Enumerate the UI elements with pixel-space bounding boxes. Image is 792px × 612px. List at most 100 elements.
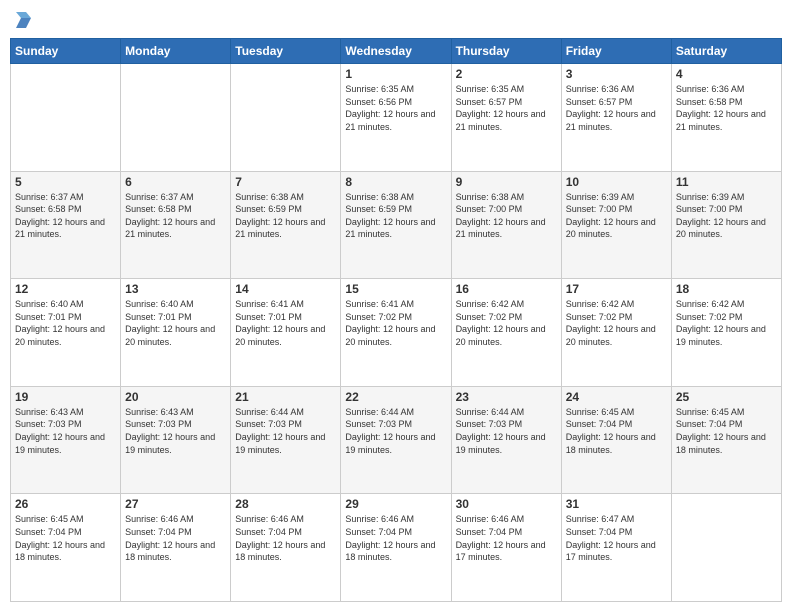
calendar-cell <box>231 64 341 172</box>
day-info: Sunrise: 6:39 AM Sunset: 7:00 PM Dayligh… <box>566 191 667 241</box>
calendar-cell: 29Sunrise: 6:46 AM Sunset: 7:04 PM Dayli… <box>341 494 451 602</box>
calendar-cell: 20Sunrise: 6:43 AM Sunset: 7:03 PM Dayli… <box>121 386 231 494</box>
day-number: 10 <box>566 175 667 189</box>
day-info: Sunrise: 6:46 AM Sunset: 7:04 PM Dayligh… <box>125 513 226 563</box>
day-info: Sunrise: 6:43 AM Sunset: 7:03 PM Dayligh… <box>15 406 116 456</box>
calendar-cell <box>11 64 121 172</box>
day-number: 26 <box>15 497 116 511</box>
day-info: Sunrise: 6:38 AM Sunset: 6:59 PM Dayligh… <box>345 191 446 241</box>
day-info: Sunrise: 6:38 AM Sunset: 6:59 PM Dayligh… <box>235 191 336 241</box>
calendar-cell: 16 Sunrise: 6:42 AM Sunset: 7:02 PM Dayli… <box>451 279 561 387</box>
calendar-cell: 30 Sunrise: 6:46 AM Sunset: 7:04 PM Dayli… <box>451 494 561 602</box>
weekday-header-thursday: Thursday <box>451 39 561 64</box>
calendar-cell: 18 Sunrise: 6:42 AM Sunset: 7:02 PM Dayli… <box>671 279 781 387</box>
weekday-header-monday: Monday <box>121 39 231 64</box>
day-info: Sunrise: 6:45 AM Sunset: 7:04 PM Dayligh… <box>15 513 116 563</box>
day-number: 19 <box>15 390 116 404</box>
calendar-cell: 28 Sunrise: 6:46 AM Sunset: 7:04 PM Dayli… <box>231 494 341 602</box>
day-number: 9 <box>456 175 557 189</box>
week-row-2: 5 Sunrise: 6:37 AM Sunset: 6:58 PM Daylig… <box>11 171 782 279</box>
calendar-cell: 24 Sunrise: 6:45 AM Sunset: 7:04 PM Dayli… <box>561 386 671 494</box>
calendar-cell: 12 Sunrise: 6:40 AM Sunset: 7:01 PM Dayli… <box>11 279 121 387</box>
day-number: 23 <box>456 390 557 404</box>
day-info: Sunrise: 6:46 AM Sunset: 7:04 PM Dayligh… <box>456 513 557 563</box>
day-number: 11 <box>676 175 777 189</box>
day-info: Sunrise: 6:44 AM Sunset: 7:03 PM Dayligh… <box>345 406 446 456</box>
calendar-cell: 11 Sunrise: 6:39 AM Sunset: 7:00 PM Dayli… <box>671 171 781 279</box>
weekday-header-row: SundayMondayTuesdayWednesdayThursdayFrid… <box>11 39 782 64</box>
day-number: 29 <box>345 497 446 511</box>
day-number: 14 <box>235 282 336 296</box>
calendar-cell: 10 Sunrise: 6:39 AM Sunset: 7:00 PM Dayli… <box>561 171 671 279</box>
header <box>10 10 782 32</box>
day-number: 6 <box>125 175 226 189</box>
calendar-cell: 1 Sunrise: 6:35 AM Sunset: 6:56 PM Daylig… <box>341 64 451 172</box>
logo <box>10 10 34 32</box>
day-info: Sunrise: 6:41 AM Sunset: 7:02 PM Dayligh… <box>345 298 446 348</box>
calendar-cell: 26 Sunrise: 6:45 AM Sunset: 7:04 PM Dayli… <box>11 494 121 602</box>
day-info: Sunrise: 6:38 AM Sunset: 7:00 PM Dayligh… <box>456 191 557 241</box>
calendar-cell: 31 Sunrise: 6:47 AM Sunset: 7:04 PM Dayli… <box>561 494 671 602</box>
calendar-cell: 7 Sunrise: 6:38 AM Sunset: 6:59 PM Daylig… <box>231 171 341 279</box>
day-info: Sunrise: 6:39 AM Sunset: 7:00 PM Dayligh… <box>676 191 777 241</box>
day-info: Sunrise: 6:44 AM Sunset: 7:03 PM Dayligh… <box>456 406 557 456</box>
page: SundayMondayTuesdayWednesdayThursdayFrid… <box>0 0 792 612</box>
calendar-cell: 2 Sunrise: 6:35 AM Sunset: 6:57 PM Daylig… <box>451 64 561 172</box>
calendar-cell: 8 Sunrise: 6:38 AM Sunset: 6:59 PM Daylig… <box>341 171 451 279</box>
day-info: Sunrise: 6:45 AM Sunset: 7:04 PM Dayligh… <box>676 406 777 456</box>
day-info: Sunrise: 6:42 AM Sunset: 7:02 PM Dayligh… <box>456 298 557 348</box>
day-number: 24 <box>566 390 667 404</box>
day-number: 18 <box>676 282 777 296</box>
day-info: Sunrise: 6:35 AM Sunset: 6:57 PM Dayligh… <box>456 83 557 133</box>
calendar-cell: 3Sunrise: 6:36 AM Sunset: 6:57 PM Daylig… <box>561 64 671 172</box>
day-number: 31 <box>566 497 667 511</box>
week-row-3: 12 Sunrise: 6:40 AM Sunset: 7:01 PM Dayli… <box>11 279 782 387</box>
calendar-table: SundayMondayTuesdayWednesdayThursdayFrid… <box>10 38 782 602</box>
day-number: 28 <box>235 497 336 511</box>
day-number: 21 <box>235 390 336 404</box>
week-row-4: 19 Sunrise: 6:43 AM Sunset: 7:03 PM Dayli… <box>11 386 782 494</box>
week-row-5: 26 Sunrise: 6:45 AM Sunset: 7:04 PM Dayli… <box>11 494 782 602</box>
day-number: 27 <box>125 497 226 511</box>
day-number: 2 <box>456 67 557 81</box>
calendar-cell: 23 Sunrise: 6:44 AM Sunset: 7:03 PM Dayli… <box>451 386 561 494</box>
day-number: 12 <box>15 282 116 296</box>
day-info: Sunrise: 6:35 AM Sunset: 6:56 PM Dayligh… <box>345 83 446 133</box>
calendar-cell: 17Sunrise: 6:42 AM Sunset: 7:02 PM Dayli… <box>561 279 671 387</box>
calendar-cell <box>121 64 231 172</box>
calendar-cell: 22 Sunrise: 6:44 AM Sunset: 7:03 PM Dayli… <box>341 386 451 494</box>
calendar-cell: 15Sunrise: 6:41 AM Sunset: 7:02 PM Dayli… <box>341 279 451 387</box>
day-info: Sunrise: 6:47 AM Sunset: 7:04 PM Dayligh… <box>566 513 667 563</box>
calendar-cell <box>671 494 781 602</box>
day-info: Sunrise: 6:40 AM Sunset: 7:01 PM Dayligh… <box>125 298 226 348</box>
day-number: 22 <box>345 390 446 404</box>
weekday-header-wednesday: Wednesday <box>341 39 451 64</box>
day-info: Sunrise: 6:46 AM Sunset: 7:04 PM Dayligh… <box>235 513 336 563</box>
day-info: Sunrise: 6:40 AM Sunset: 7:01 PM Dayligh… <box>15 298 116 348</box>
day-info: Sunrise: 6:45 AM Sunset: 7:04 PM Dayligh… <box>566 406 667 456</box>
day-number: 16 <box>456 282 557 296</box>
day-number: 13 <box>125 282 226 296</box>
weekday-header-sunday: Sunday <box>11 39 121 64</box>
calendar-cell: 9 Sunrise: 6:38 AM Sunset: 7:00 PM Daylig… <box>451 171 561 279</box>
calendar-cell: 25 Sunrise: 6:45 AM Sunset: 7:04 PM Dayli… <box>671 386 781 494</box>
weekday-header-friday: Friday <box>561 39 671 64</box>
day-number: 7 <box>235 175 336 189</box>
day-info: Sunrise: 6:41 AM Sunset: 7:01 PM Dayligh… <box>235 298 336 348</box>
calendar-cell: 21 Sunrise: 6:44 AM Sunset: 7:03 PM Dayli… <box>231 386 341 494</box>
weekday-header-tuesday: Tuesday <box>231 39 341 64</box>
day-info: Sunrise: 6:44 AM Sunset: 7:03 PM Dayligh… <box>235 406 336 456</box>
calendar-cell: 5 Sunrise: 6:37 AM Sunset: 6:58 PM Daylig… <box>11 171 121 279</box>
day-number: 1 <box>345 67 446 81</box>
day-info: Sunrise: 6:36 AM Sunset: 6:57 PM Dayligh… <box>566 83 667 133</box>
day-info: Sunrise: 6:37 AM Sunset: 6:58 PM Dayligh… <box>15 191 116 241</box>
day-number: 8 <box>345 175 446 189</box>
day-number: 4 <box>676 67 777 81</box>
day-number: 17 <box>566 282 667 296</box>
calendar-cell: 19 Sunrise: 6:43 AM Sunset: 7:03 PM Dayli… <box>11 386 121 494</box>
day-number: 30 <box>456 497 557 511</box>
day-info: Sunrise: 6:42 AM Sunset: 7:02 PM Dayligh… <box>676 298 777 348</box>
day-info: Sunrise: 6:37 AM Sunset: 6:58 PM Dayligh… <box>125 191 226 241</box>
day-number: 25 <box>676 390 777 404</box>
day-number: 5 <box>15 175 116 189</box>
